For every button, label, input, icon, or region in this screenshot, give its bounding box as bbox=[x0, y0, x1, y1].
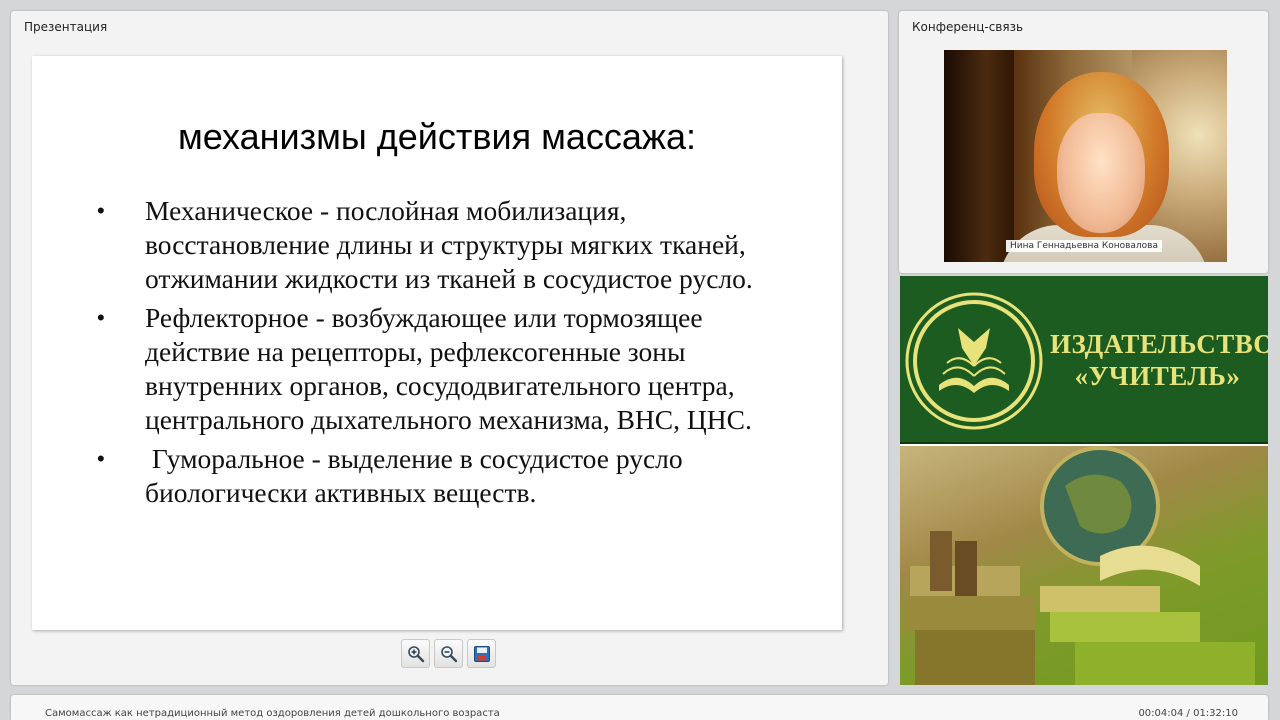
zoom-in-icon bbox=[407, 645, 424, 662]
publisher-banner-header: ИЗДАТЕЛЬСТВО «УЧИТЕЛЬ» bbox=[900, 276, 1268, 444]
save-button[interactable] bbox=[467, 639, 496, 668]
books-and-globe-illustration bbox=[905, 446, 1255, 685]
slide-title: механизмы действия массажа: bbox=[178, 116, 696, 157]
bullet-marker: • bbox=[97, 198, 105, 223]
floppy-disk-icon bbox=[473, 645, 490, 662]
publisher-brand: ИЗДАТЕЛЬСТВО «УЧИТЕЛЬ» bbox=[1050, 328, 1268, 392]
zoom-out-button[interactable] bbox=[434, 639, 463, 668]
presentation-panel: Презентация механизмы действия массажа: … bbox=[11, 11, 888, 685]
bullet-marker: • bbox=[97, 305, 105, 330]
publisher-brand-line2: «УЧИТЕЛЬ» bbox=[1074, 361, 1241, 391]
bullet-text: Механическое - послойная мобилизация, во… bbox=[145, 195, 753, 294]
speaker-video: Нина Геннадьевна Коновалова bbox=[944, 50, 1227, 262]
publisher-banner: ИЗДАТЕЛЬСТВО «УЧИТЕЛЬ» bbox=[900, 276, 1268, 685]
footer-bar: Самомассаж как нетрадиционный метод оздо… bbox=[11, 695, 1268, 720]
publisher-brand-line1: ИЗДАТЕЛЬСТВО bbox=[1050, 329, 1268, 359]
publisher-logo-icon bbox=[905, 292, 1043, 430]
zoom-in-button[interactable] bbox=[401, 639, 430, 668]
bullet-text: Рефлекторное - возбуждающее или тормозящ… bbox=[145, 302, 752, 435]
slide-bullet-list: • Механическое - послойная мобилизация, … bbox=[97, 194, 797, 515]
conference-panel-title: Конференц-связь bbox=[912, 20, 1024, 34]
bullet-marker: • bbox=[97, 446, 105, 471]
speaker-name-label: Нина Геннадьевна Коновалова bbox=[1006, 240, 1162, 252]
playback-time: 00:04:04 / 01:32:10 bbox=[1138, 708, 1238, 719]
zoom-out-icon bbox=[440, 645, 457, 662]
slide-bullet: • Рефлекторное - возбуждающее или тормоз… bbox=[97, 301, 797, 437]
presentation-panel-title: Презентация bbox=[24, 20, 108, 34]
bullet-text: Гуморальное - выделение в сосудистое рус… bbox=[145, 443, 690, 508]
slide-toolbar bbox=[401, 639, 496, 668]
slide-bullet: • Гуморальное - выделение в сосудистое р… bbox=[97, 442, 797, 510]
publisher-banner-image bbox=[900, 446, 1268, 685]
conference-panel: Конференц-связь Нина Геннадьевна Коновал… bbox=[899, 11, 1268, 273]
slide: механизмы действия массажа: • Механическ… bbox=[32, 56, 842, 630]
slide-bullet: • Механическое - послойная мобилизация, … bbox=[97, 194, 797, 296]
webinar-title: Самомассаж как нетрадиционный метод оздо… bbox=[45, 708, 500, 719]
